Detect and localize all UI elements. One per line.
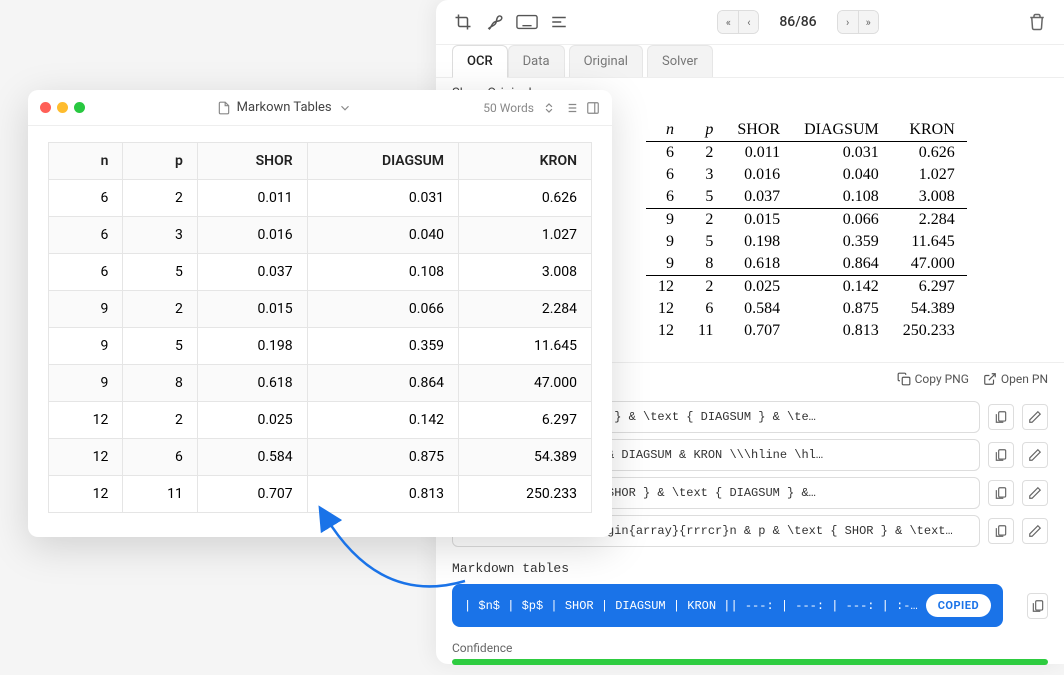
table-row: 980.6180.86447.000	[646, 253, 967, 276]
panel-icon[interactable]	[586, 101, 600, 115]
markdown-section-label: Markdown tables	[436, 553, 1064, 580]
table-row: 920.0150.0662.284	[49, 291, 592, 328]
trash-icon[interactable]	[1026, 11, 1048, 33]
markdown-window: Markown Tables 50 Words npSHORDIAGSUMKRO…	[28, 90, 612, 537]
table-row: 650.0370.1083.008	[49, 254, 592, 291]
toolbar: « ‹ 86/86 › »	[436, 0, 1064, 45]
keyboard-icon[interactable]	[516, 11, 538, 33]
copy-png-button[interactable]: Copy PNG	[897, 372, 969, 386]
table-row: 920.0150.0662.284	[646, 209, 967, 232]
md-header: p	[123, 143, 197, 180]
clipboard-icon[interactable]	[988, 404, 1014, 430]
open-pn-button[interactable]: Open PN	[983, 372, 1048, 386]
md-header: n	[49, 143, 123, 180]
confidence-bar	[452, 659, 1048, 665]
maximize-icon[interactable]	[74, 102, 85, 113]
page-nav: « ‹ 86/86 › »	[717, 10, 878, 34]
table-row: 1220.0250.1426.297	[49, 402, 592, 439]
table-row: 650.0370.1083.008	[646, 186, 967, 209]
table-row: 1260.5840.87554.389	[49, 439, 592, 476]
table-row: 12110.7070.813250.233	[646, 320, 967, 342]
edit-icon[interactable]	[1022, 518, 1048, 544]
md-titlebar: Markown Tables 50 Words	[28, 90, 612, 126]
tab-ocr[interactable]: OCR	[452, 45, 508, 78]
serif-header: n	[646, 119, 686, 142]
tab-original[interactable]: Original	[569, 45, 643, 77]
clipboard-icon[interactable]	[988, 480, 1014, 506]
nav-last-button[interactable]: »	[858, 11, 878, 33]
table-row: 620.0110.0310.626	[646, 142, 967, 165]
table-row: 630.0160.0401.027	[49, 217, 592, 254]
chevron-down-icon	[338, 101, 352, 115]
page-indicator: 86/86	[779, 14, 816, 30]
list-icon[interactable]	[564, 101, 578, 115]
confidence-label: Confidence	[452, 641, 512, 655]
draw-icon[interactable]	[484, 11, 506, 33]
minimize-icon[interactable]	[57, 102, 68, 113]
md-header: SHOR	[197, 143, 307, 180]
md-header: DIAGSUM	[307, 143, 458, 180]
tab-solver[interactable]: Solver	[647, 45, 713, 77]
serif-header: KRON	[891, 119, 967, 142]
nav-prev-button[interactable]: ‹	[738, 11, 758, 33]
nav-first-button[interactable]: «	[718, 11, 738, 33]
word-count: 50 Words	[483, 101, 534, 115]
serif-header: p	[686, 119, 725, 142]
table-row: 950.1980.35911.645	[646, 231, 967, 253]
table-row: 12110.7070.813250.233	[49, 476, 592, 513]
clipboard-icon[interactable]	[988, 518, 1014, 544]
md-title[interactable]: Markown Tables	[93, 100, 475, 115]
window-traffic-lights[interactable]	[40, 102, 85, 113]
edit-icon[interactable]	[1022, 480, 1048, 506]
table-row: 630.0160.0401.027	[646, 164, 967, 186]
copied-badge: COPIED	[926, 594, 991, 617]
table-row: 980.6180.86447.000	[49, 365, 592, 402]
serif-header: DIAGSUM	[792, 119, 891, 142]
tab-data[interactable]: Data	[508, 45, 565, 77]
markdown-table: npSHORDIAGSUMKRON 620.0110.0310.626630.0…	[48, 142, 592, 513]
md-header: KRON	[459, 143, 592, 180]
table-row: 1220.0250.1426.297	[646, 276, 967, 299]
serif-header: SHOR	[725, 119, 792, 142]
close-icon[interactable]	[40, 102, 51, 113]
edit-icon[interactable]	[1022, 442, 1048, 468]
table-row: 950.1980.35911.645	[49, 328, 592, 365]
copy-markdown-button[interactable]	[1027, 593, 1048, 619]
crop-icon[interactable]	[452, 11, 474, 33]
align-icon[interactable]	[548, 11, 570, 33]
clipboard-icon[interactable]	[988, 442, 1014, 468]
document-icon	[217, 101, 231, 115]
copied-text: | $n$ | $p$ | SHOR | DIAGSUM | KRON || -…	[464, 599, 918, 613]
sort-icon[interactable]	[542, 101, 556, 115]
table-row: 1260.5840.87554.389	[646, 298, 967, 320]
nav-next-button[interactable]: ›	[838, 11, 858, 33]
serif-table: npSHORDIAGSUMKRON 620.0110.0310.626630.0…	[646, 119, 967, 342]
copied-row[interactable]: | $n$ | $p$ | SHOR | DIAGSUM | KRON || -…	[452, 584, 1003, 627]
tabs: OCR Data Original Solver	[436, 45, 1064, 78]
confidence-section: Confidence	[436, 631, 1064, 675]
edit-icon[interactable]	[1022, 404, 1048, 430]
table-row: 620.0110.0310.626	[49, 180, 592, 217]
